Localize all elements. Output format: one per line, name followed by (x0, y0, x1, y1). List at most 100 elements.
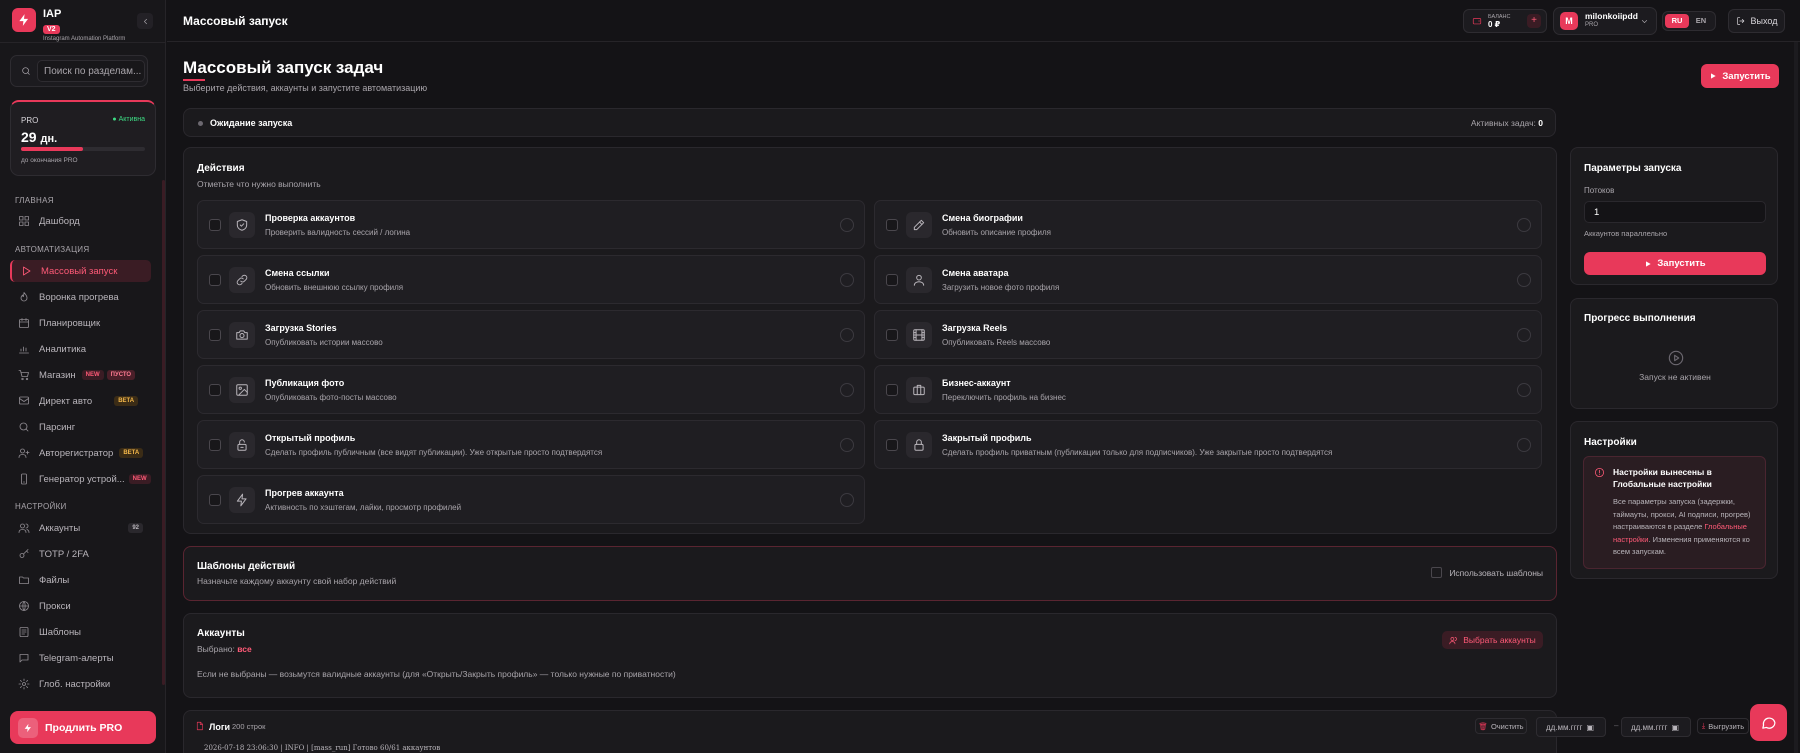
beta-badge: BETA (119, 448, 144, 458)
user-menu[interactable]: M milonkoiipdd PRO (1553, 7, 1657, 35)
sidebar-search-input[interactable] (37, 60, 145, 82)
date-to-input[interactable]: дд.мм.гггг ▣ (1621, 717, 1691, 737)
selected-accounts: Выбрано: все (197, 644, 252, 654)
action-checkbox[interactable] (886, 384, 898, 396)
action-checkbox[interactable] (886, 274, 898, 286)
action-checkbox[interactable] (886, 329, 898, 341)
logout-button[interactable]: Выход (1728, 9, 1785, 33)
settings-alert: Настройки вынесены в Глобальные настройк… (1583, 456, 1766, 569)
params-title: Параметры запуска (1584, 163, 1682, 174)
collapse-sidebar-button[interactable] (137, 13, 153, 29)
run-button-top[interactable]: Запустить (1701, 64, 1779, 88)
threads-input[interactable] (1584, 201, 1766, 223)
action-checkbox[interactable] (209, 439, 221, 451)
brand[interactable]: IAP V2 Instagram Automation Platform (12, 8, 125, 42)
add-balance-button[interactable]: + (1527, 14, 1541, 28)
main-scrollbar[interactable] (1794, 42, 1798, 753)
active-tasks: Активных задач: 0 (1470, 118, 1543, 128)
chevron-left-icon (143, 18, 147, 24)
sidebar-item-telegram-alerts[interactable]: Telegram-алерты (10, 647, 151, 669)
action-business-account[interactable]: Бизнес-аккаунт Переключить профиль на би… (874, 365, 1542, 414)
settings-alert-title: Настройки вынесены в Глобальные настройк… (1613, 467, 1712, 489)
balance-widget[interactable]: БАЛАНС 0 ₽ + (1463, 9, 1547, 33)
action-status-indicator (1517, 328, 1531, 342)
action-publish-photo[interactable]: Публикация фото Опубликовать фото-посты … (197, 365, 865, 414)
search-icon (19, 422, 29, 432)
sidebar-item-warmup-funnel[interactable]: Воронка прогрева (10, 286, 151, 308)
action-public-profile[interactable]: Открытый профиль Сделать профиль публичн… (197, 420, 865, 469)
use-templates-toggle[interactable]: Использовать шаблоны (1431, 567, 1543, 578)
action-check-accounts[interactable]: Проверка аккаунтов Проверить валидность … (197, 200, 865, 249)
sidebar-item-accounts[interactable]: Аккаунты 92 (10, 517, 151, 539)
clear-logs-button[interactable]: 🗑 Очистить (1475, 718, 1527, 734)
action-status-indicator (1517, 218, 1531, 232)
sidebar-item-files[interactable]: Файлы (10, 569, 151, 591)
sidebar-item-autoregistrator[interactable]: Авторегистратор BETA (10, 442, 151, 464)
run-button-label: Запустить (1657, 258, 1706, 269)
action-upload-reels[interactable]: Загрузка Reels Опубликовать Reels массов… (874, 310, 1542, 359)
sidebar-scrollbar[interactable] (162, 180, 165, 685)
sidebar-item-parsing[interactable]: Парсинг (10, 416, 151, 438)
log-line: 2026-07-18 23:06:30 | INFO | [mass_run] … (204, 744, 441, 752)
sidebar-item-label: Магазин (39, 369, 76, 381)
play-icon (1646, 260, 1652, 267)
key-icon (19, 549, 29, 558)
pro-status-badge: ● Активна (112, 116, 145, 123)
action-status-indicator (840, 218, 854, 232)
flame-icon (20, 292, 28, 302)
pick-accounts-button[interactable]: Выбрать аккаунты (1442, 631, 1543, 649)
date-from-input[interactable]: дд.мм.гггг ▣ (1536, 717, 1606, 737)
sidebar-item-direct-auto[interactable]: Директ авто BETA (10, 390, 151, 412)
chevron-down-icon (1641, 20, 1648, 23)
pro-days-progress-fill (21, 147, 83, 151)
sidebar-item-proxies[interactable]: Прокси (10, 595, 151, 617)
action-change-link[interactable]: Смена ссылки Обновить внешнюю ссылку про… (197, 255, 865, 304)
chat-button[interactable] (1750, 704, 1787, 741)
run-button[interactable]: Запустить (1584, 252, 1766, 275)
actions-subtitle: Отметьте что нужно выполнить (197, 179, 321, 189)
action-change-avatar[interactable]: Смена аватара Загрузить новое фото профи… (874, 255, 1542, 304)
logout-icon (1736, 17, 1744, 25)
sidebar-item-device-generator[interactable]: Генератор устрой... NEW (10, 468, 151, 490)
sidebar-item-scheduler[interactable]: Планировщик (10, 312, 151, 334)
shield-check-icon (229, 212, 255, 238)
lang-ru-button[interactable]: RU (1665, 14, 1689, 28)
template-icon (19, 627, 29, 637)
wallet-icon (1472, 18, 1482, 25)
sidebar-item-label: Авторегистратор (39, 447, 114, 459)
lang-en-button[interactable]: EN (1689, 14, 1713, 28)
action-checkbox[interactable] (886, 439, 898, 451)
action-private-profile[interactable]: Закрытый профиль Сделать профиль приватн… (874, 420, 1542, 469)
action-checkbox[interactable] (209, 274, 221, 286)
action-warmup-account[interactable]: Прогрев аккаунта Активность по хэштегам,… (197, 475, 865, 524)
action-upload-stories[interactable]: Загрузка Stories Опубликовать истории ма… (197, 310, 865, 359)
search-icon (22, 67, 30, 75)
export-logs-button[interactable]: ⤓ Выгрузить (1697, 718, 1749, 734)
sidebar-item-mass-run[interactable]: Массовый запуск (10, 260, 151, 282)
extend-pro-button[interactable]: Продлить PRO (10, 711, 156, 744)
action-checkbox[interactable] (209, 219, 221, 231)
page-subtitle: Выберите действия, аккаунты и запустите … (183, 83, 428, 93)
action-change-bio[interactable]: Смена биографии Обновить описание профил… (874, 200, 1542, 249)
action-checkbox[interactable] (209, 384, 221, 396)
sidebar-item-dashboard[interactable]: Дашборд (10, 210, 151, 232)
action-desc: Сделать профиль публичным (все видят пуб… (265, 448, 603, 457)
progress-panel: Прогресс выполнения Запуск не активен (1570, 298, 1778, 409)
sidebar-item-totp[interactable]: TOTP / 2FA (10, 543, 151, 565)
settings-alert-body: Все параметры запуска (задержки, таймаут… (1613, 497, 1751, 556)
sidebar-item-global-settings[interactable]: Глоб. настройки (10, 673, 151, 695)
action-checkbox[interactable] (886, 219, 898, 231)
chat-icon (1762, 717, 1776, 729)
logs-count: 200 строк (232, 722, 266, 731)
sidebar-item-shop[interactable]: Магазин NEW ПУСТО (10, 364, 151, 386)
run-params-panel: Параметры запуска Потоков Аккаунтов пара… (1570, 147, 1778, 285)
action-checkbox[interactable] (209, 329, 221, 341)
action-checkbox[interactable] (209, 494, 221, 506)
bolt-icon (229, 487, 255, 513)
sidebar-item-templates[interactable]: Шаблоны (10, 621, 151, 643)
sidebar-item-analytics[interactable]: Аналитика (10, 338, 151, 360)
use-templates-checkbox[interactable] (1431, 567, 1443, 578)
sidebar-item-label: Файлы (39, 574, 70, 586)
balance-value: 0 ₽ (1488, 20, 1501, 29)
action-status-indicator (840, 383, 854, 397)
